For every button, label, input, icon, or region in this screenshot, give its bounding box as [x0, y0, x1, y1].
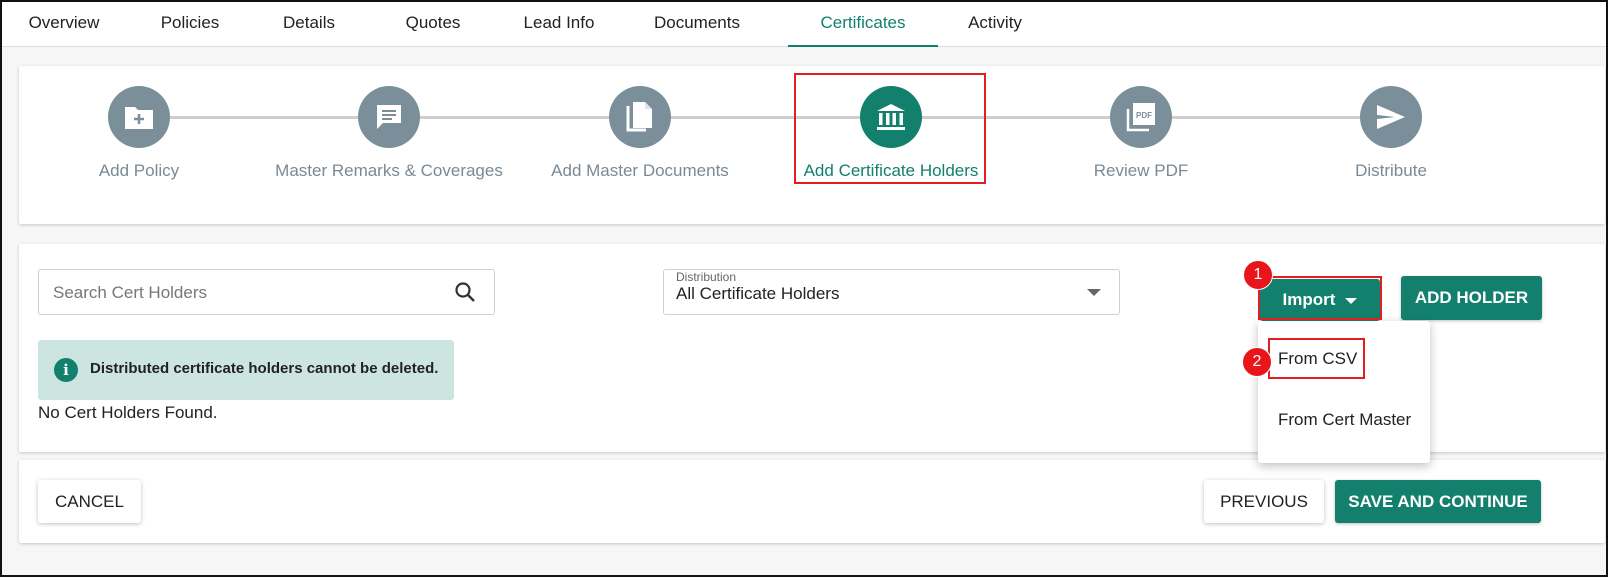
- import-button-label: Import: [1282, 290, 1336, 309]
- search-icon[interactable]: [454, 281, 476, 308]
- info-banner-text: Distributed certificate holders cannot b…: [90, 360, 439, 377]
- folder-plus-icon: [108, 86, 170, 148]
- distribution-label: Distribution: [676, 270, 737, 284]
- save-and-continue-button[interactable]: SAVE AND CONTINUE: [1335, 480, 1541, 523]
- step-label: Add Master Documents: [551, 161, 729, 180]
- tab-certificates[interactable]: Certificates: [788, 2, 938, 46]
- tab-lead-info[interactable]: Lead Info: [506, 2, 612, 46]
- send-icon: [1360, 86, 1422, 148]
- distribution-value: All Certificate Holders: [676, 284, 840, 303]
- documents-icon: [609, 86, 671, 148]
- svg-text:PDF: PDF: [1136, 111, 1152, 120]
- tab-overview[interactable]: Overview: [12, 2, 116, 46]
- app-frame: Overview Policies Details Quotes Lead In…: [0, 0, 1608, 577]
- active-tab-indicator: [788, 45, 938, 47]
- step-distribute[interactable]: Distribute: [1271, 86, 1511, 183]
- comment-icon: [358, 86, 420, 148]
- step-master-remarks[interactable]: Master Remarks & Coverages: [269, 86, 509, 183]
- annotation-marker-1: 1: [1243, 260, 1273, 290]
- chevron-down-icon: [1087, 289, 1101, 296]
- import-dropdown-menu: From CSV From Cert Master: [1258, 321, 1430, 463]
- tab-documents[interactable]: Documents: [636, 2, 758, 46]
- step-label: Distribute: [1355, 161, 1427, 180]
- caret-down-icon: [1345, 297, 1358, 304]
- footer-bar: CANCEL PREVIOUS SAVE AND CONTINUE: [19, 460, 1605, 543]
- step-add-policy[interactable]: Add Policy: [19, 86, 259, 183]
- search-field: [38, 269, 495, 315]
- cancel-button[interactable]: CANCEL: [38, 480, 141, 523]
- tab-details[interactable]: Details: [264, 2, 354, 46]
- empty-state-text: No Cert Holders Found.: [38, 403, 218, 422]
- tab-policies[interactable]: Policies: [142, 2, 238, 46]
- add-holder-button[interactable]: ADD HOLDER: [1401, 276, 1542, 320]
- import-button[interactable]: Import: [1260, 279, 1380, 321]
- tab-activity[interactable]: Activity: [946, 2, 1044, 46]
- distribution-select[interactable]: Distribution All Certificate Holders: [663, 269, 1120, 315]
- active-step-highlight: [794, 73, 986, 184]
- step-label: Add Policy: [98, 161, 180, 180]
- step-master-documents[interactable]: Add Master Documents: [520, 86, 760, 183]
- menu-item-from-csv[interactable]: From CSV: [1278, 349, 1357, 369]
- search-input[interactable]: [51, 280, 435, 306]
- step-label: Master Remarks & Coverages: [275, 161, 503, 180]
- tab-quotes[interactable]: Quotes: [388, 2, 478, 46]
- annotation-marker-2: 2: [1242, 347, 1272, 377]
- info-icon: i: [54, 358, 78, 382]
- menu-item-from-cert-master[interactable]: From Cert Master: [1278, 410, 1411, 430]
- previous-button[interactable]: PREVIOUS: [1204, 480, 1324, 523]
- info-banner: i Distributed certificate holders cannot…: [38, 340, 454, 400]
- pdf-icon: PDF: [1110, 86, 1172, 148]
- step-review-pdf[interactable]: PDF Review PDF: [1021, 86, 1261, 183]
- tab-bar: Overview Policies Details Quotes Lead In…: [2, 2, 1606, 47]
- step-label: Review PDF: [1093, 161, 1189, 180]
